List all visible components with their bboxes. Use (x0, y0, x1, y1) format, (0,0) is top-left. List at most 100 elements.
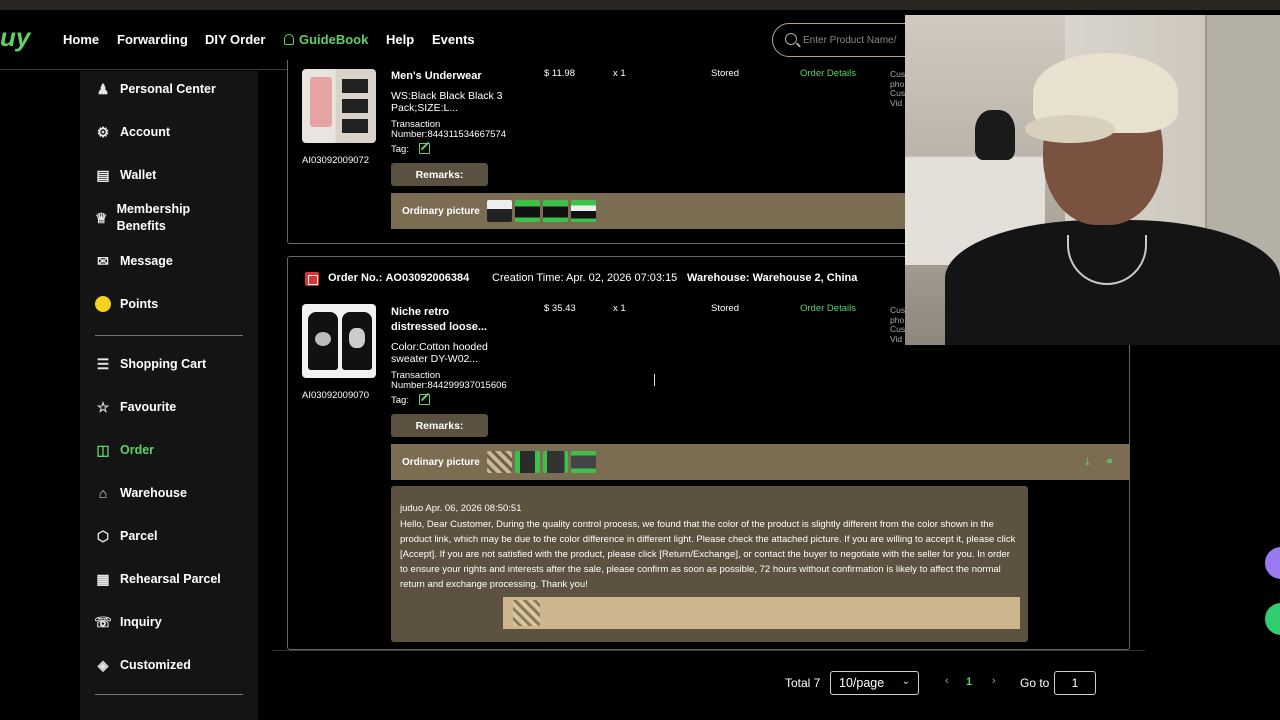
sidebar-item-wallet[interactable]: ▤ Wallet (95, 167, 156, 183)
nav-home[interactable]: Home (63, 32, 99, 47)
quantity: x 1 (613, 303, 626, 314)
tag-icon: ◈ (97, 656, 109, 673)
sidebar-item-label: Membership Benefits (116, 202, 191, 233)
product-name[interactable]: Men's Underwear (391, 69, 482, 84)
sidebar-item-favourite[interactable]: ☆ Favourite (95, 399, 177, 415)
qc-thumbnail[interactable] (570, 200, 596, 222)
nav-help[interactable]: Help (386, 32, 414, 47)
goto-label: Go to (1020, 676, 1050, 690)
creation-time: Creation Time: Apr. 02, 2026 07:03:15 (492, 272, 677, 284)
remarks-button[interactable]: Remarks: (391, 414, 488, 437)
sidebar-divider (95, 694, 243, 695)
edit-icon[interactable] (419, 143, 430, 154)
product-spec: Color:Cotton hooded sweater DY-W02... (391, 341, 488, 365)
pagination-divider (272, 650, 1145, 651)
sidebar-item-label: Account (120, 125, 170, 139)
product-thumbnail[interactable] (302, 304, 376, 378)
search-box[interactable] (772, 23, 922, 57)
sidebar-item-parcel[interactable]: ⬡ Parcel (95, 528, 158, 544)
crown-icon: ♕ (95, 209, 108, 226)
sidebar-item-order[interactable]: ◫ Order (95, 442, 154, 458)
sidebar-item-membership-benefits[interactable]: ♕ Membership Benefits (95, 201, 215, 235)
next-page-icon[interactable]: › (992, 675, 996, 687)
qc-thumbnail[interactable] (486, 451, 512, 473)
ordinary-picture-label: Ordinary picture (402, 205, 480, 217)
product-name[interactable]: Niche retro distressed loose... (391, 305, 501, 335)
search-input[interactable] (803, 32, 913, 48)
warehouse-label: Warehouse: (687, 272, 750, 284)
sidebar-item-label: Parcel (120, 529, 158, 543)
qc-thumbnail[interactable] (486, 200, 512, 222)
product-spec: WS:Black Black Black 3 Pack;SIZE:L... (391, 90, 503, 114)
box-icon: ⬡ (96, 527, 110, 544)
sidebar-item-shopping-cart[interactable]: ☰ Shopping Cart (95, 356, 206, 372)
sidebar-item-customized[interactable]: ◈ Customized (95, 657, 191, 673)
product-thumbnail[interactable] (302, 69, 376, 143)
qc-attachment-area (503, 597, 1020, 629)
order-details-link[interactable]: Order Details (800, 303, 856, 314)
nav-guidebook-label: GuideBook (299, 32, 369, 47)
order-number-label: Order No.: (328, 272, 383, 284)
qc-thumbnail[interactable] (542, 200, 568, 222)
share-icon[interactable]: ⚭ (1105, 455, 1114, 468)
wallet-icon: ▤ (96, 166, 110, 183)
message-icon: ✉ (97, 252, 109, 269)
nav-forwarding[interactable]: Forwarding (117, 32, 188, 47)
qc-message-text: Hello, Dear Customer, During the quality… (400, 519, 1016, 590)
sidebar-item-label: Personal Center (120, 82, 216, 96)
order-icon (305, 272, 319, 286)
webcam-toy (975, 110, 1015, 160)
sidebar-item-account[interactable]: ⚙ Account (95, 124, 170, 140)
order-number[interactable]: Order No.: AO03092006384 (328, 272, 469, 284)
order-details-link[interactable]: Order Details (800, 68, 856, 79)
sidebar-item-points[interactable]: Points (95, 296, 158, 312)
nav-diy-order[interactable]: DIY Order (205, 32, 265, 47)
cut-column-text: Cus pho Cus Vid (890, 69, 906, 108)
sidebar-item-label: Message (120, 254, 173, 268)
sidebar-item-warehouse[interactable]: ⌂ Warehouse (95, 485, 187, 501)
search-icon (785, 33, 797, 45)
page-size-value: 10/page (839, 676, 885, 690)
sidebar-item-message[interactable]: ✉ Message (95, 253, 173, 269)
creation-time-label: Creation Time: (492, 272, 564, 284)
person-icon: ♟ (96, 80, 110, 97)
right-edge-panel (1264, 345, 1280, 720)
cut-column-text: Cus pho Cus Vid (890, 305, 906, 344)
sidebar-item-inquiry[interactable]: ☏ Inquiry (94, 613, 162, 630)
goto-page-input[interactable] (1054, 671, 1096, 695)
sidebar-item-label: Customized (120, 658, 191, 672)
prev-page-icon[interactable]: ‹ (945, 675, 949, 687)
inquiry-icon: ☏ (94, 613, 112, 630)
tag-label: Tag: (391, 395, 409, 406)
qc-thumbnail[interactable] (514, 451, 540, 473)
sidebar-item-personal-center[interactable]: ♟ Personal Center (95, 81, 216, 97)
qc-attachment-thumbnail[interactable] (513, 600, 540, 626)
qc-message-author: juduo Apr. 06, 2026 08:50:51 (400, 503, 522, 514)
remarks-button[interactable]: Remarks: (391, 163, 488, 186)
warehouse-icon: ⌂ (98, 485, 108, 501)
transaction-value: 844311534667574 (427, 128, 506, 140)
pagination-total: Total 7 (785, 676, 821, 690)
webcam-overlay (905, 15, 1280, 345)
rehearsal-icon: ▦ (96, 570, 110, 587)
sidebar-item-label: Order (120, 443, 155, 457)
qc-thumbnail[interactable] (542, 451, 568, 473)
status: Stored (711, 68, 739, 79)
nav-guidebook[interactable]: GuideBook (284, 32, 368, 47)
page-size-select[interactable]: 10/page ⌄ (830, 671, 919, 695)
current-page[interactable]: 1 (966, 676, 972, 688)
gear-icon: ⚙ (96, 123, 110, 140)
points-icon (95, 296, 111, 312)
download-icon[interactable]: ⤓ (1085, 456, 1090, 469)
bell-icon (284, 34, 294, 45)
qc-thumbnail[interactable] (514, 200, 540, 222)
qc-thumbnail[interactable] (570, 451, 596, 473)
edit-icon[interactable] (419, 394, 430, 405)
sidebar-item-rehearsal-parcel[interactable]: ▦ Rehearsal Parcel (95, 570, 220, 587)
nav-events[interactable]: Events (432, 32, 475, 47)
sidebar-item-label: Inquiry (120, 615, 162, 629)
site-logo[interactable]: uy (0, 22, 30, 53)
transaction-number: Transaction Number:844311534667574 (391, 120, 521, 139)
transaction-number: Transaction Number:844299937015606 (391, 371, 523, 390)
ordinary-picture-bar: Ordinary picture ⤓ ⚭ (391, 444, 1129, 480)
